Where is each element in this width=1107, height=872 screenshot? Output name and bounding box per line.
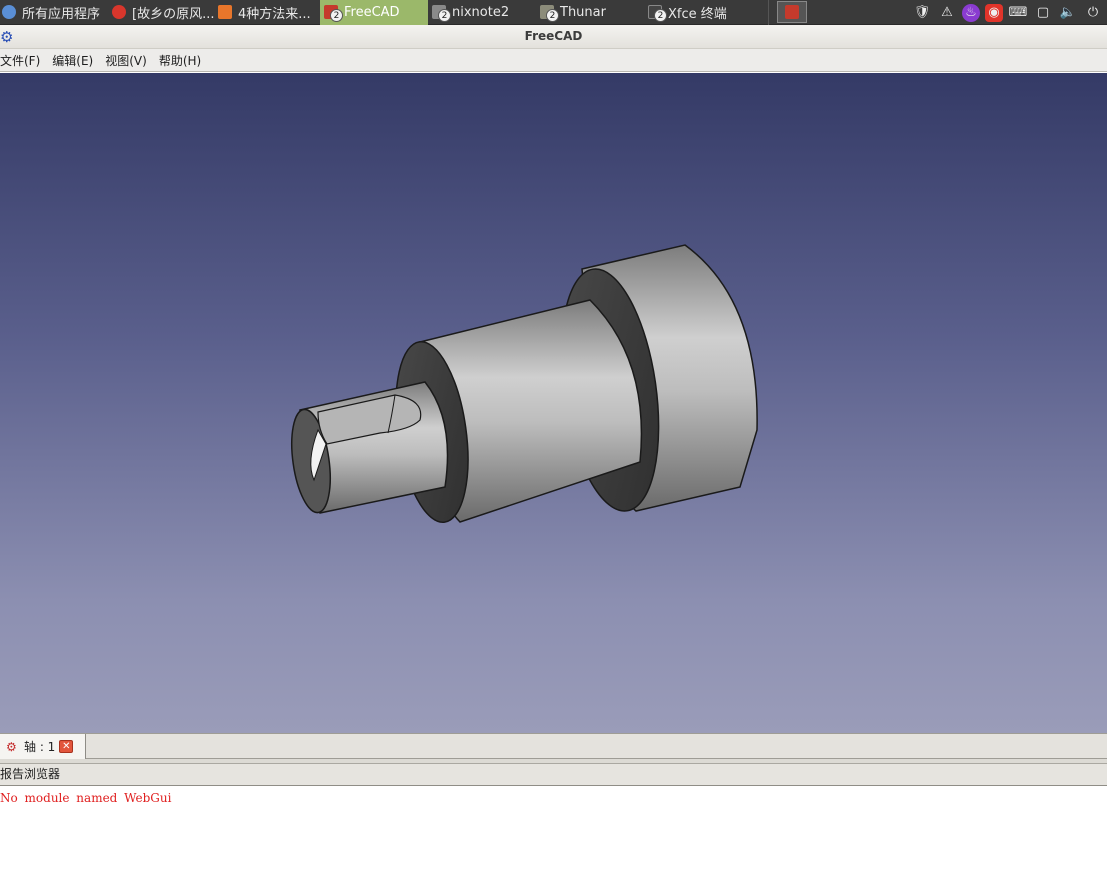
task-label: [故乡の原风... xyxy=(132,6,214,22)
flame-icon[interactable]: ♨ xyxy=(962,3,980,22)
taskbar: 所有应用程序 [故乡の原风... 4种方法来... 2 FreeCAD 2 ni… xyxy=(0,0,1107,25)
taskbar-separator xyxy=(768,0,769,25)
task-label: nixnote2 xyxy=(452,4,510,20)
shaft-model[interactable] xyxy=(0,73,1107,733)
task-item-freecad[interactable]: 2 FreeCAD xyxy=(320,0,428,25)
workspace-switcher[interactable] xyxy=(777,1,807,23)
netease-music-icon xyxy=(112,5,126,19)
apps-menu-button[interactable]: 所有应用程序 xyxy=(0,0,108,25)
menu-help[interactable]: 帮助(H) xyxy=(159,52,207,69)
3d-viewport[interactable] xyxy=(0,73,1107,733)
task-item-nixnote[interactable]: 2 nixnote2 xyxy=(428,0,536,25)
keyboard-icon[interactable]: ⌨ xyxy=(1008,3,1028,23)
task-item-music[interactable]: [故乡の原风... xyxy=(108,0,214,25)
report-view[interactable]: No module named WebGui xyxy=(0,787,1107,872)
task-label: Xfce 终端 xyxy=(668,6,727,22)
window-count-badge: 2 xyxy=(546,8,559,22)
window-count-badge: 2 xyxy=(438,8,451,22)
window-count-badge: 2 xyxy=(330,8,343,22)
task-label: Thunar xyxy=(560,4,606,20)
window-icon[interactable]: ▢ xyxy=(1033,3,1053,23)
task-item-browser[interactable]: 4种方法来... xyxy=(214,0,320,25)
netease-icon[interactable]: ◉ xyxy=(985,3,1003,22)
close-icon[interactable]: ✕ xyxy=(59,740,74,753)
freecad-doc-icon: ⚙ xyxy=(6,739,17,754)
volume-icon[interactable]: 🔈 xyxy=(1058,3,1078,23)
task-label: 4种方法来... xyxy=(238,6,311,22)
task-label: FreeCAD xyxy=(344,4,400,20)
report-error-message: No module named WebGui xyxy=(0,791,172,805)
warning-icon[interactable]: ⚠ xyxy=(937,3,957,23)
menu-bar: 文件(F) 编辑(E) 视图(V) 帮助(H) xyxy=(0,49,1107,72)
power-icon[interactable]: ⏻ xyxy=(1083,3,1103,23)
window-title: FreeCAD xyxy=(524,29,583,43)
system-tray: 🛡 ⚠ ♨ ◉ ⌨ ▢ 🔈 ⏻ xyxy=(912,0,1107,25)
shield-icon[interactable]: 🛡 xyxy=(912,3,932,23)
report-view-title: 报告浏览器 xyxy=(0,764,1107,786)
firefox-icon xyxy=(218,5,232,19)
window-count-badge: 2 xyxy=(654,8,667,22)
task-item-thunar[interactable]: 2 Thunar xyxy=(536,0,644,25)
task-item-terminal[interactable]: 2 Xfce 终端 xyxy=(644,0,752,25)
xfce-menu-icon xyxy=(2,5,16,19)
freecad-icon xyxy=(785,5,799,19)
menu-edit[interactable]: 编辑(E) xyxy=(52,52,99,69)
menu-view[interactable]: 视图(V) xyxy=(105,52,153,69)
menu-file[interactable]: 文件(F) xyxy=(0,52,46,69)
window-titlebar: ⚙ FreeCAD xyxy=(0,25,1107,49)
document-tab-bar: ⚙ 轴 : 1 ✕ xyxy=(0,733,1107,759)
document-tab[interactable]: ⚙ 轴 : 1 ✕ xyxy=(0,734,86,759)
document-tab-label: 轴 : 1 xyxy=(24,740,56,754)
apps-menu-label: 所有应用程序 xyxy=(22,6,101,22)
